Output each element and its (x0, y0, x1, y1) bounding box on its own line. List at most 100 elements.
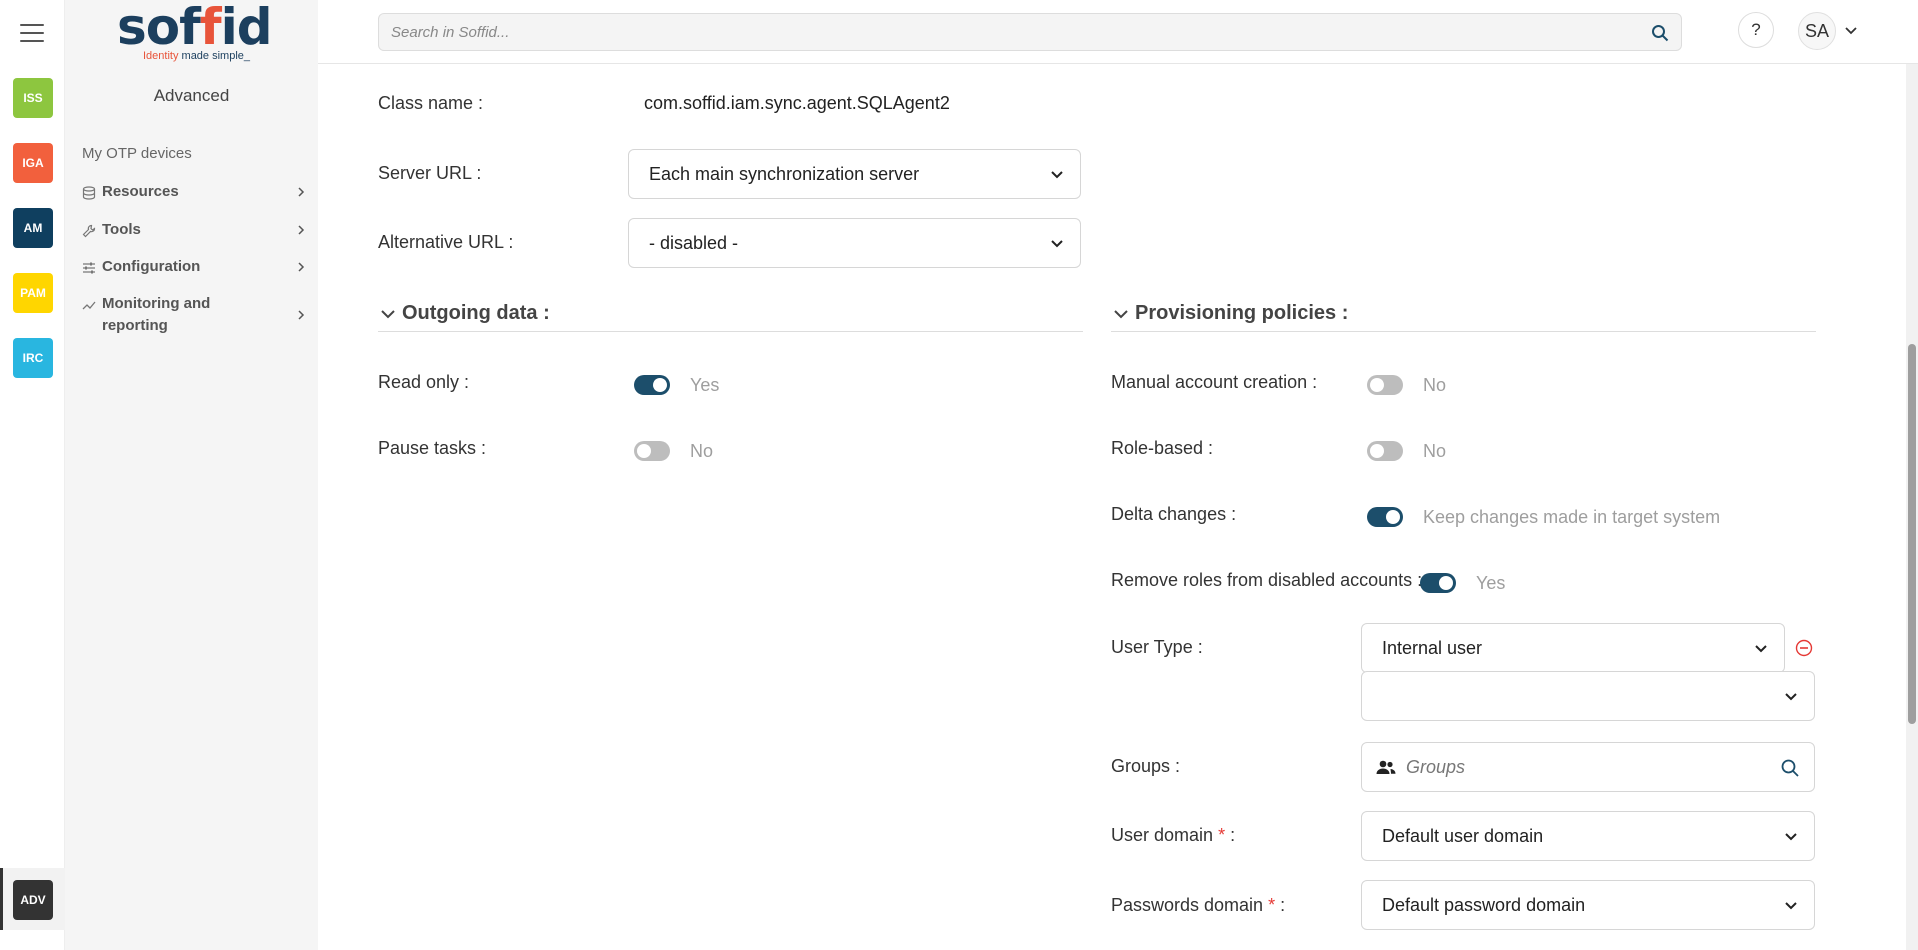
sliders-icon (83, 262, 95, 274)
tagline-rest: made simple_ (181, 50, 251, 62)
users-icon (1376, 760, 1396, 774)
sidebar-item-label: Tools (102, 221, 141, 238)
logo-wordmark: soffid (117, 0, 273, 56)
search-input[interactable] (379, 14, 1619, 50)
sidebar-item-monitoring[interactable]: Monitoring and reporting (82, 295, 307, 337)
scrollbar-thumb[interactable] (1908, 344, 1916, 724)
manual-account-toggle[interactable] (1367, 375, 1403, 395)
read-only-state: Yes (690, 375, 720, 395)
chevron-down-icon (1785, 902, 1797, 910)
chevron-right-icon (298, 225, 305, 235)
role-based-state: No (1423, 441, 1447, 461)
chevron-right-icon (298, 310, 305, 320)
help-button[interactable]: ? (1738, 12, 1774, 48)
alt-url-label: Alternative URL : (378, 232, 514, 252)
role-based-toggle[interactable] (1367, 441, 1403, 461)
user-type-label: User Type : (1111, 637, 1203, 657)
user-domain-select[interactable]: Default user domain (1361, 811, 1815, 861)
chevron-right-icon (298, 262, 305, 272)
top-bar: ? SA (318, 0, 1918, 64)
alt-url-select[interactable]: - disabled - (628, 218, 1081, 268)
user-type-extra-select[interactable] (1361, 671, 1815, 721)
sidebar-item-resources[interactable]: Resources (82, 183, 307, 203)
app-iga[interactable]: IGA (13, 143, 53, 183)
agent-detail-form: Class name : com.soffid.iam.sync.agent.S… (318, 65, 1908, 950)
passwords-domain-label-text: Passwords domain (1111, 895, 1264, 915)
delta-changes-toggle[interactable] (1367, 507, 1403, 527)
class-name-value: com.soffid.iam.sync.agent.SQLAgent2 (644, 93, 950, 113)
pause-tasks-toggle[interactable] (634, 441, 670, 461)
database-icon (82, 186, 96, 200)
provisioning-policies-header[interactable]: Provisioning policies : (1111, 302, 1816, 332)
app-pam[interactable]: PAM (13, 273, 53, 313)
passwords-domain-label: Passwords domain * : (1111, 895, 1285, 916)
sidebar-item-configuration[interactable]: Configuration (82, 258, 307, 278)
wrench-icon (82, 224, 96, 238)
logo-tagline: Identity made simple_ (143, 50, 250, 62)
chevron-down-icon (1845, 27, 1857, 35)
role-based-label: Role-based : (1111, 438, 1214, 458)
user-type-select[interactable]: Internal user (1361, 623, 1785, 673)
chevron-right-icon (298, 187, 305, 197)
manual-account-state: No (1423, 375, 1447, 395)
alt-url-value: - disabled - (649, 232, 739, 253)
remove-roles-toggle[interactable] (1420, 573, 1456, 593)
menu-icon[interactable] (20, 24, 44, 44)
chevron-down-icon (1114, 310, 1128, 319)
tagline-accent: Identity (143, 50, 179, 62)
app-am[interactable]: AM (13, 208, 53, 248)
user-domain-label: User domain * : (1111, 825, 1235, 846)
passwords-domain-select[interactable]: Default password domain (1361, 880, 1815, 930)
active-app-indicator: ADV (0, 868, 65, 930)
server-url-value: Each main synchronization server (649, 163, 920, 184)
remove-circle-icon[interactable] (1795, 639, 1813, 657)
user-menu-button[interactable]: SA (1798, 12, 1864, 50)
label-colon: : (1280, 895, 1286, 915)
app-iss[interactable]: ISS (13, 78, 53, 118)
provisioning-policies-title: Provisioning policies : (1135, 302, 1349, 324)
read-only-label: Read only : (378, 372, 470, 392)
user-domain-label-text: User domain (1111, 825, 1214, 845)
avatar: SA (1798, 12, 1836, 50)
chevron-down-icon (1785, 833, 1797, 841)
passwords-domain-value: Default password domain (1382, 894, 1586, 915)
required-mark: * (1268, 895, 1276, 915)
remove-roles-label: Remove roles from disabled accounts : (1111, 570, 1423, 590)
sidebar-item-tools[interactable]: Tools (82, 221, 307, 241)
chevron-down-icon (381, 310, 395, 319)
read-only-toggle[interactable] (634, 375, 670, 395)
remove-roles-state: Yes (1476, 573, 1506, 593)
sidebar-item-otp-devices[interactable]: My OTP devices (82, 145, 192, 162)
chart-line-icon (82, 301, 96, 310)
required-mark: * (1218, 825, 1226, 845)
manual-account-label: Manual account creation : (1111, 372, 1318, 392)
chevron-down-icon (1051, 240, 1063, 248)
server-url-label: Server URL : (378, 163, 482, 183)
groups-field (1361, 742, 1815, 792)
chevron-down-icon (1785, 693, 1797, 701)
user-type-value: Internal user (1382, 637, 1483, 658)
label-colon: : (1230, 825, 1236, 845)
page-scrollbar[interactable] (1906, 64, 1918, 950)
sidebar-item-label: Resources (102, 183, 179, 200)
search-icon[interactable] (1780, 758, 1800, 778)
global-search (378, 13, 1682, 51)
outgoing-data-title: Outgoing data : (402, 302, 550, 324)
search-icon[interactable] (1651, 24, 1669, 42)
groups-label: Groups : (1111, 756, 1181, 776)
soffid-logo[interactable]: soffid Identity made simple_ (117, 0, 273, 66)
groups-input[interactable] (1406, 753, 1766, 781)
app-adv[interactable]: ADV (13, 880, 53, 920)
server-url-select[interactable]: Each main synchronization server (628, 149, 1081, 199)
app-irc[interactable]: IRC (13, 338, 53, 378)
pause-tasks-state: No (690, 441, 714, 461)
user-domain-value: Default user domain (1382, 825, 1544, 846)
delta-changes-label: Delta changes : (1111, 504, 1237, 524)
delta-changes-state: Keep changes made in target system (1423, 507, 1721, 527)
sidebar-item-label: Configuration (102, 258, 201, 275)
sidebar: soffid Identity made simple_ Advanced My… (65, 0, 318, 950)
chevron-down-icon (1051, 171, 1063, 179)
outgoing-data-header[interactable]: Outgoing data : (378, 302, 1083, 332)
sidebar-section-title: Advanced (153, 86, 230, 105)
chevron-down-icon (1755, 645, 1767, 653)
